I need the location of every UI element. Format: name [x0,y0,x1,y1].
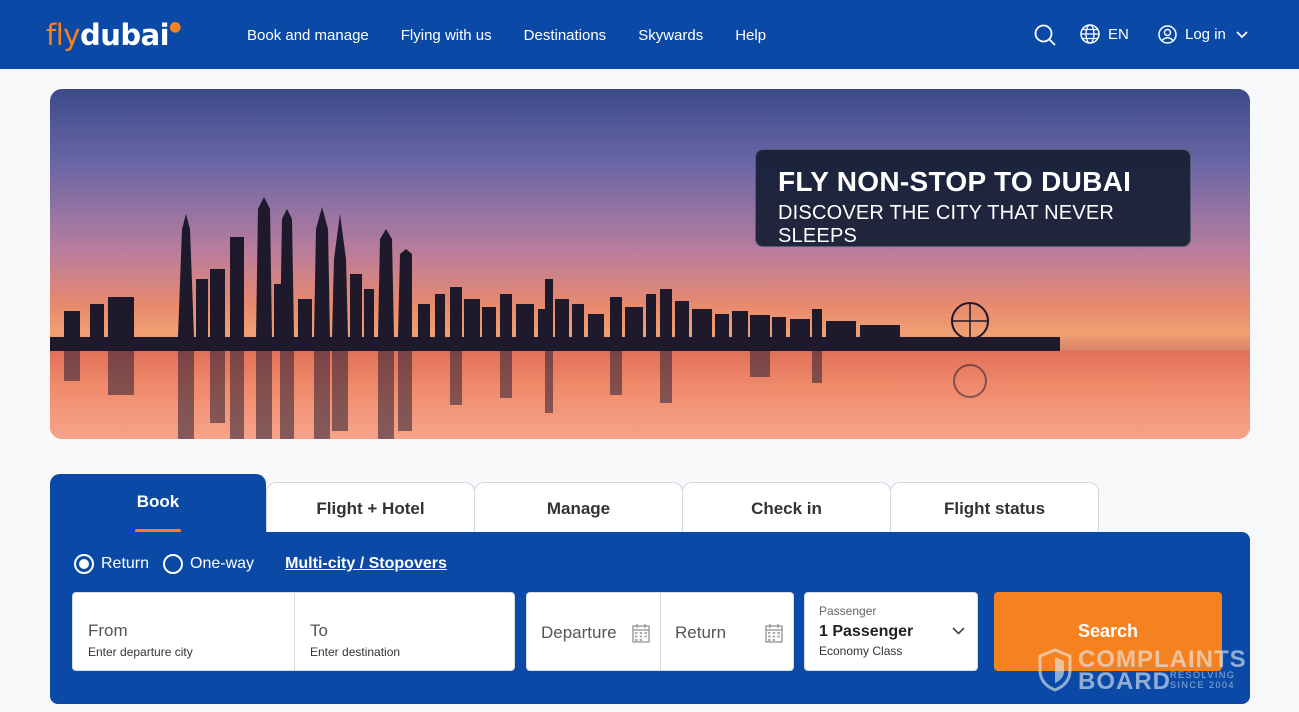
route-fields: From Enter departure city To Enter desti… [72,592,515,671]
from-label: From [88,621,128,640]
booking-tabs: Book Flight + Hotel Manage Check in Flig… [50,474,1099,534]
tab-check-in[interactable]: Check in [682,482,891,534]
nav-skywards[interactable]: Skywards [638,27,703,44]
shield-icon [1038,648,1072,692]
tab-flight-hotel[interactable]: Flight + Hotel [266,482,475,534]
date-fields: Departure Return [526,592,794,671]
chevron-down-icon [1236,30,1248,38]
tab-flight-status[interactable]: Flight status [890,482,1099,534]
dubai-skyline-image [50,197,1060,439]
chevron-down-icon [952,627,965,635]
search-button-label: Search [1077,621,1139,641]
to-field[interactable]: To Enter destination [294,593,515,670]
nav-book-and-manage[interactable]: Book and manage [247,27,369,44]
hero-banner[interactable]: FLY NON-STOP TO DUBAI DISCOVER THE CITY … [50,89,1250,439]
passenger-label: Passenger [819,604,877,618]
tab-book[interactable]: Book [50,474,266,534]
calendar-icon [632,624,650,643]
trip-type-one-way[interactable]: One-way [163,554,254,574]
nav-destinations[interactable]: Destinations [524,27,607,44]
search-icon[interactable] [1034,24,1056,46]
promo-banner: FLY NON-STOP TO DUBAI DISCOVER THE CITY … [755,149,1191,247]
main-nav: Book and manage Flying with us Destinati… [247,27,798,44]
trip-type-return[interactable]: Return [74,554,149,574]
nav-help[interactable]: Help [735,27,766,44]
trip-type-selector: Return One-way Multi-city / Stopovers [74,554,447,574]
cabin-class: Economy Class [819,644,903,658]
flydubai-logo[interactable]: flydubai● [46,18,181,52]
user-icon [1158,25,1177,44]
passenger-selector[interactable]: Passenger 1 Passenger Economy Class [804,592,978,671]
login-menu[interactable]: Log in [1158,25,1248,44]
language-code: EN [1108,25,1129,43]
calendar-icon [765,624,783,643]
language-selector[interactable]: EN [1080,24,1129,44]
nav-flying-with-us[interactable]: Flying with us [401,27,492,44]
departure-date-field[interactable]: Departure [527,593,660,670]
complaints-board-watermark: COMPLAINTS BOARD RESOLVING SINCE 2004 [1036,646,1251,696]
to-label: To [310,621,328,640]
from-hint: Enter departure city [88,645,193,659]
from-field[interactable]: From Enter departure city [73,593,294,670]
promo-headline: FLY NON-STOP TO DUBAI [778,166,1132,197]
return-radio[interactable] [74,554,94,574]
login-label: Log in [1185,26,1226,43]
to-hint: Enter destination [310,645,401,659]
one-way-radio[interactable] [163,554,184,574]
return-date-field[interactable]: Return [660,593,793,670]
globe-icon [1080,24,1100,44]
promo-subline: DISCOVER THE CITY THAT NEVER SLEEPS [778,202,1115,247]
tab-manage[interactable]: Manage [474,482,683,534]
multi-city-link[interactable]: Multi-city / Stopovers [285,555,447,573]
top-navigation-bar: flydubai● Book and manage Flying with us… [0,0,1299,69]
